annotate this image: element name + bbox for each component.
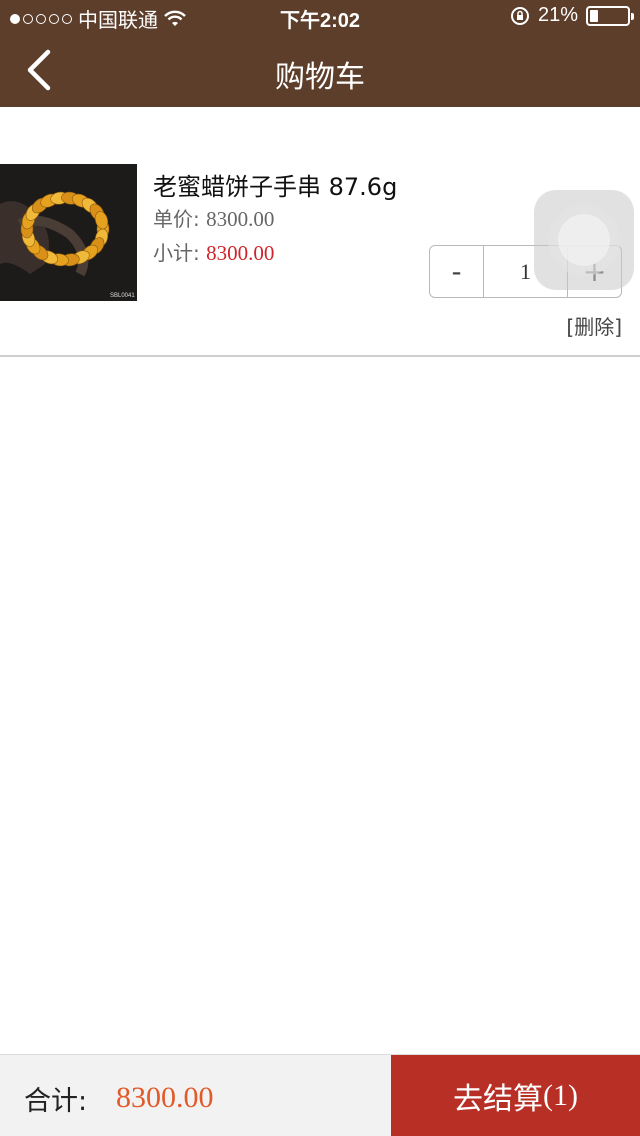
battery-icon [586, 5, 634, 26]
unit-price-row: 单价: 8300.00 [153, 203, 274, 232]
orientation-lock-icon [510, 6, 529, 25]
subtotal-label: 小计: [153, 241, 200, 265]
total-label: 合计: [24, 1086, 88, 1117]
checkout-count: (1) [543, 1079, 578, 1112]
battery-percent: 21% [537, 4, 578, 26]
image-watermark: SBL0041 [110, 293, 135, 299]
status-right: 21% [510, 4, 634, 27]
subtotal-row: 小计: 8300.00 [153, 237, 274, 266]
checkout-label: 去结算 [453, 1082, 543, 1117]
unit-price-value: 8300.00 [206, 207, 275, 231]
status-bar: 中国联通 下午2:02 21% [0, 0, 640, 32]
page-title: 购物车 [275, 60, 365, 95]
bracelet-image: SBL0041 [0, 164, 137, 301]
product-name[interactable]: 老蜜蜡饼子手串 87.6g [153, 167, 397, 202]
battery-level-fill [590, 9, 598, 22]
total-value: 8300.00 [116, 1081, 214, 1114]
delete-button[interactable]: [删除] [566, 311, 622, 340]
assistive-touch-button[interactable] [534, 190, 634, 290]
checkout-button[interactable]: 去结算 (1) [391, 1055, 640, 1136]
decrement-button[interactable]: - [430, 246, 483, 297]
checkout-bar: 合计: 8300.00 去结算 (1) [0, 1054, 640, 1136]
header-bar: 中国联通 下午2:02 21% 购物车 [0, 0, 640, 107]
subtotal-value: 8300.00 [206, 241, 275, 265]
product-image[interactable]: SBL0041 [0, 164, 137, 301]
unit-price-label: 单价: [153, 207, 200, 231]
